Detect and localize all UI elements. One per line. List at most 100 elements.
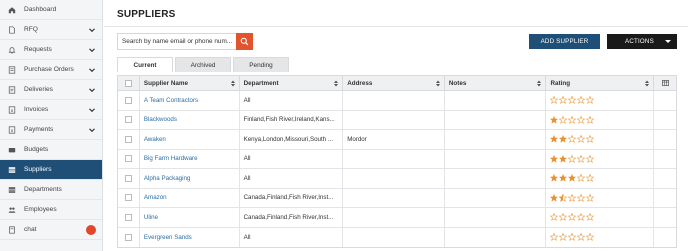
star-icon[interactable] bbox=[559, 233, 568, 242]
row-checkbox[interactable] bbox=[124, 194, 132, 202]
home-icon bbox=[7, 5, 17, 15]
sidebar-item-payments[interactable]: $ Payments bbox=[0, 120, 102, 140]
sidebar-item-invoices[interactable]: $ Invoices bbox=[0, 100, 102, 120]
star-icon[interactable] bbox=[577, 96, 586, 105]
sidebar-item-employees[interactable]: Employees bbox=[0, 200, 102, 220]
star-rating[interactable] bbox=[550, 96, 595, 105]
tab-archived[interactable]: Archived bbox=[175, 57, 231, 72]
star-icon[interactable] bbox=[586, 233, 595, 242]
address-cell bbox=[343, 91, 445, 110]
supplier-name-link[interactable]: Alpha Packaging bbox=[144, 175, 190, 182]
star-rating[interactable] bbox=[550, 135, 595, 144]
supplier-name-link[interactable]: Amazon bbox=[144, 194, 167, 201]
sidebar-item-chat[interactable]: chat bbox=[0, 220, 102, 240]
star-icon[interactable] bbox=[586, 193, 595, 202]
star-icon[interactable] bbox=[550, 135, 559, 144]
sidebar-item-departments[interactable]: Departments bbox=[0, 180, 102, 200]
star-icon[interactable] bbox=[559, 193, 568, 202]
star-icon[interactable] bbox=[568, 135, 577, 144]
table-row[interactable]: A Team Contractors All bbox=[118, 91, 676, 111]
star-rating[interactable] bbox=[550, 233, 595, 242]
table-row[interactable]: Awaken Kenya,London,Missouri,South ... Mor… bbox=[118, 130, 676, 150]
table-row[interactable]: Uline Canada,Finland,Fish River,Inst... bbox=[118, 208, 676, 228]
star-icon[interactable] bbox=[550, 233, 559, 242]
star-icon[interactable] bbox=[586, 96, 595, 105]
table-row[interactable]: Alpha Packaging All bbox=[118, 169, 676, 189]
star-icon[interactable] bbox=[586, 135, 595, 144]
row-checkbox[interactable] bbox=[124, 96, 132, 104]
table-row[interactable]: Amazon Canada,Finland,Fish River,Inst... bbox=[118, 188, 676, 208]
star-icon[interactable] bbox=[568, 233, 577, 242]
star-icon[interactable] bbox=[559, 213, 568, 222]
star-icon[interactable] bbox=[586, 115, 595, 124]
star-icon[interactable] bbox=[577, 174, 586, 183]
star-icon[interactable] bbox=[577, 135, 586, 144]
star-rating[interactable] bbox=[550, 154, 595, 163]
supplier-name-link[interactable]: Evergreen Sands bbox=[144, 234, 192, 241]
table-row[interactable]: Big Farm Hardware All bbox=[118, 149, 676, 169]
star-icon[interactable] bbox=[559, 115, 568, 124]
table-row[interactable]: Blackwoods Finland,Fish River,Ireland,Kan… bbox=[118, 110, 676, 130]
sidebar-item-deliveries[interactable]: Deliveries bbox=[0, 80, 102, 100]
star-icon[interactable] bbox=[586, 174, 595, 183]
row-checkbox[interactable] bbox=[124, 213, 132, 221]
star-rating[interactable] bbox=[550, 115, 595, 124]
star-icon[interactable] bbox=[550, 115, 559, 124]
sidebar-item-rfq[interactable]: RFQ bbox=[0, 20, 102, 40]
sidebar-item-dashboard[interactable]: Dashboard bbox=[0, 0, 102, 20]
column-department[interactable]: Department bbox=[240, 76, 344, 90]
star-icon[interactable] bbox=[568, 154, 577, 163]
sidebar-item-requests[interactable]: Requests bbox=[0, 40, 102, 60]
star-icon[interactable] bbox=[559, 174, 568, 183]
sidebar-item-suppliers[interactable]: Suppliers bbox=[0, 160, 102, 180]
supplier-name-link[interactable]: Big Farm Hardware bbox=[144, 155, 198, 162]
supplier-name-link[interactable]: Uline bbox=[144, 214, 158, 221]
search-button[interactable] bbox=[236, 33, 253, 50]
column-supplier-name[interactable]: Supplier Name bbox=[140, 76, 240, 90]
star-icon[interactable] bbox=[577, 154, 586, 163]
star-icon[interactable] bbox=[586, 213, 595, 222]
row-checkbox[interactable] bbox=[124, 155, 132, 163]
star-icon[interactable] bbox=[559, 154, 568, 163]
star-icon[interactable] bbox=[568, 115, 577, 124]
row-checkbox[interactable] bbox=[124, 233, 132, 241]
star-icon[interactable] bbox=[559, 96, 568, 105]
star-icon[interactable] bbox=[550, 96, 559, 105]
star-rating[interactable] bbox=[550, 193, 595, 202]
add-supplier-button[interactable]: ADD SUPPLIER bbox=[529, 34, 600, 49]
sidebar-item-budgets[interactable]: Budgets bbox=[0, 140, 102, 160]
star-icon[interactable] bbox=[550, 154, 559, 163]
star-icon[interactable] bbox=[568, 174, 577, 183]
select-all-checkbox[interactable] bbox=[124, 79, 132, 87]
column-notes[interactable]: Notes bbox=[445, 76, 547, 90]
row-checkbox[interactable] bbox=[124, 174, 132, 182]
search-input[interactable] bbox=[117, 33, 253, 50]
star-icon[interactable] bbox=[577, 213, 586, 222]
star-icon[interactable] bbox=[568, 96, 577, 105]
actions-dropdown[interactable]: ACTIONS bbox=[607, 34, 677, 49]
star-icon[interactable] bbox=[586, 154, 595, 163]
supplier-name-link[interactable]: A Team Contractors bbox=[144, 97, 198, 104]
column-address[interactable]: Address bbox=[343, 76, 445, 90]
star-icon[interactable] bbox=[550, 174, 559, 183]
tab-current[interactable]: Current bbox=[117, 57, 173, 72]
star-icon[interactable] bbox=[550, 193, 559, 202]
sidebar-item-purchase-orders[interactable]: Purchase Orders bbox=[0, 60, 102, 80]
star-icon[interactable] bbox=[559, 135, 568, 144]
row-checkbox[interactable] bbox=[124, 135, 132, 143]
supplier-name-link[interactable]: Blackwoods bbox=[144, 116, 177, 123]
table-row[interactable]: Evergreen Sands All bbox=[118, 227, 676, 247]
star-icon[interactable] bbox=[568, 193, 577, 202]
star-icon[interactable] bbox=[577, 233, 586, 242]
star-icon[interactable] bbox=[577, 193, 586, 202]
row-checkbox[interactable] bbox=[124, 116, 132, 124]
star-icon[interactable] bbox=[568, 213, 577, 222]
star-rating[interactable] bbox=[550, 213, 595, 222]
star-icon[interactable] bbox=[550, 213, 559, 222]
column-settings[interactable] bbox=[654, 76, 676, 90]
star-rating[interactable] bbox=[550, 174, 595, 183]
tab-pending[interactable]: Pending bbox=[233, 57, 289, 72]
supplier-name-link[interactable]: Awaken bbox=[144, 136, 166, 143]
star-icon[interactable] bbox=[577, 115, 586, 124]
column-rating[interactable]: Rating bbox=[546, 76, 655, 90]
